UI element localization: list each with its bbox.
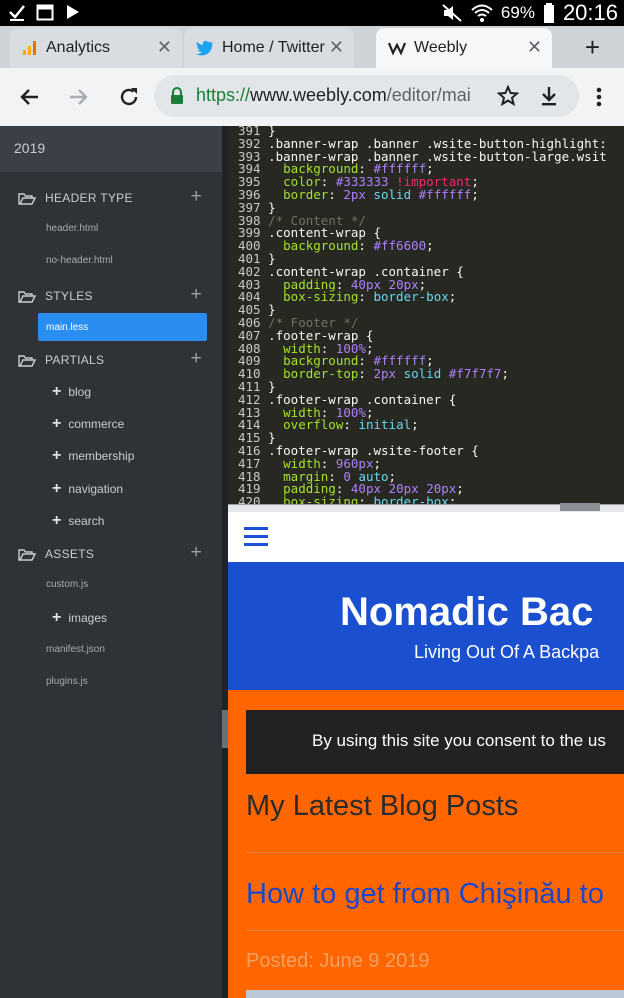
tab-strip: Analytics ✕ Home / Twitter ✕ Weebly ✕ + [0,26,624,68]
file-sidebar: 2019 HEADER TYPE + header.html no-header… [0,126,222,998]
file-item[interactable]: header.html [46,223,98,234]
site-preview: Nomadic Bac Living Out Of A Backpa By us… [228,512,624,998]
add-file-button[interactable]: + [191,284,202,306]
tab-title: Home / Twitter [222,39,325,56]
line-code: border-top: 2px solid #f7f7f7; [283,366,509,382]
code-editor[interactable]: 391 } 392 .banner-wrap .banner .wsite-but… [228,126,624,506]
tab-weebly[interactable]: Weebly ✕ [376,28,552,68]
add-file-button[interactable]: + [191,542,202,564]
mute-icon [442,4,462,22]
menu-button[interactable] [584,82,614,112]
close-icon[interactable]: ✕ [157,37,172,58]
tab-analytics[interactable]: Analytics ✕ [10,28,182,68]
checkmark-icon [9,5,25,21]
splitter-handle[interactable] [560,503,600,511]
clock: 20:16 [562,0,618,25]
plus-icon: + [52,383,62,400]
plus-icon: + [52,447,62,464]
folder-open-icon [18,548,36,561]
folder-item-commerce[interactable]: + commerce [52,415,124,433]
line-code: border: 2px solid #ffffff; [283,186,479,202]
add-file-button[interactable]: + [191,186,202,208]
divider [246,852,624,853]
calendar-icon [36,4,54,21]
file-item[interactable]: custom.js [46,579,88,590]
battery-icon [543,3,554,23]
code-line[interactable]: 410 border-top: 2px solid #f7f7f7; [238,366,607,382]
site-banner: Nomadic Bac Living Out Of A Backpa [228,562,624,690]
line-code: overflow: initial; [283,417,419,433]
forward-button[interactable] [64,82,94,112]
folder-item-search[interactable]: + search [52,512,104,530]
line-code: box-sizing: border-box; [283,289,457,305]
plus-icon: + [52,415,62,432]
more-vertical-icon [596,87,602,107]
folder-item-images[interactable]: + images [52,609,107,627]
browser-toolbar: https://www.weebly.com/editor/mai [0,68,624,126]
lock-icon [171,87,183,104]
divider [246,930,624,931]
file-item[interactable]: plugins.js [46,676,88,687]
url-text[interactable]: https://www.weebly.com/editor/mai [196,85,486,106]
tab-title: Analytics [46,39,111,56]
code-lines: 391 } 392 .banner-wrap .banner .wsite-but… [238,126,607,506]
site-tagline: Living Out Of A Backpa [414,642,600,662]
folder-item-navigation[interactable]: + navigation [52,480,123,498]
back-button[interactable] [14,82,44,112]
address-bar[interactable]: https://www.weebly.com/editor/mai [154,75,579,117]
code-line[interactable]: 414 overflow: initial; [238,417,607,433]
folder-item-blog[interactable]: + blog [52,383,91,401]
folder-open-icon [18,192,36,205]
file-item[interactable]: manifest.json [46,644,105,655]
reload-button[interactable] [114,82,144,112]
plus-icon: + [52,609,62,626]
tab-title: Weebly [414,39,468,56]
post-title-link[interactable]: How to get from Chişinău to [246,878,604,911]
code-line[interactable]: 404 box-sizing: border-box; [238,289,607,305]
section-styles[interactable]: STYLES + [18,284,208,306]
tab-twitter[interactable]: Home / Twitter ✕ [184,28,354,68]
folder-open-icon [18,354,36,367]
wifi-icon [471,4,493,22]
arrow-left-icon [20,89,38,105]
twitter-icon [196,41,213,56]
download-icon[interactable] [538,85,560,107]
reload-icon [120,88,138,106]
weebly-icon [388,42,406,56]
new-tab-button[interactable]: + [585,32,600,63]
screen: 69% 20:16 Analytics ✕ Home / Twitter ✕ W… [0,0,624,998]
status-bar: 69% 20:16 [0,0,624,26]
plus-icon: + [52,512,62,529]
code-line[interactable]: 400 background: #ff6600; [238,238,607,254]
site-title[interactable]: Nomadic Bac [340,590,593,635]
battery-level: 69% [500,3,535,22]
folder-item-membership[interactable]: + membership [52,447,134,465]
section-partials[interactable]: PARTIALS + [18,348,208,370]
analytics-icon [23,41,36,55]
arrow-right-icon [70,89,88,105]
close-icon[interactable]: ✕ [329,37,344,58]
line-code: background: #ff6600; [283,238,434,254]
theme-year: 2019 [0,126,222,172]
cookie-banner: By using this site you consent to the us [246,710,624,774]
folder-open-icon [18,290,36,303]
add-file-button[interactable]: + [191,348,202,370]
code-line[interactable]: 396 border: 2px solid #ffffff; [238,186,607,202]
section-header-type[interactable]: HEADER TYPE + [18,186,208,208]
blog-heading: My Latest Blog Posts [246,790,519,822]
plus-icon: + [52,480,62,497]
hamburger-icon[interactable] [244,527,268,547]
preview-nav-bar [228,512,624,562]
post-date: Posted: June 9 2019 [246,950,430,972]
play-store-icon [67,5,79,19]
file-item-active[interactable]: main.less [38,313,207,341]
star-icon[interactable] [497,85,519,107]
section-assets[interactable]: ASSETS + [18,542,208,564]
file-item[interactable]: no-header.html [46,255,113,266]
post-image [246,990,624,998]
close-icon[interactable]: ✕ [527,37,542,58]
